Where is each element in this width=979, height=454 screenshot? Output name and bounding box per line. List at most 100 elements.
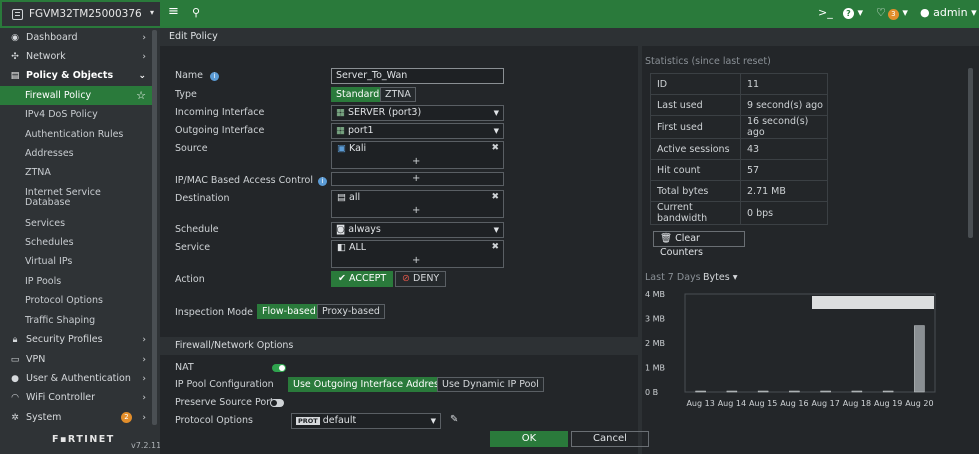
bar[interactable]: [914, 325, 925, 393]
chevron-down-icon: ⌄: [138, 70, 146, 81]
outgoing-interface-select[interactable]: ▦ port1 ▼: [331, 123, 504, 139]
use-outgoing-interface-button[interactable]: Use Outgoing Interface Address: [288, 377, 449, 392]
sidebar-item-virtual-ips[interactable]: Virtual IPs: [0, 252, 152, 271]
edit-icon[interactable]: ✎: [450, 414, 458, 425]
sidebar-item-internet-service-db[interactable]: Internet Service Database: [0, 186, 120, 210]
bar[interactable]: [757, 390, 769, 393]
chart-unit-selector[interactable]: Bytes ▾: [703, 272, 737, 283]
stats-scrollbar[interactable]: [968, 68, 973, 238]
accept-button[interactable]: ✔ ACCEPT: [331, 271, 394, 287]
sidebar-item-schedules[interactable]: Schedules: [0, 233, 152, 252]
incoming-interface-select[interactable]: ▦ SERVER (port3) ▼: [331, 105, 504, 121]
sidebar-item-wifi[interactable]: ◠ WiFi Controller ›: [0, 388, 152, 407]
remove-icon[interactable]: ✖: [491, 143, 499, 153]
ipmac-label: IP/MAC Based Access Control i: [175, 175, 328, 186]
sidebar-item-ip-pools[interactable]: IP Pools: [0, 272, 152, 291]
sidebar-item-user-auth[interactable]: ● User & Authentication ›: [0, 369, 152, 388]
schedule-select[interactable]: ◙ always ▼: [331, 222, 504, 238]
service-field[interactable]: ◧ ALL ✖ +: [331, 240, 504, 268]
sidebar-item-ipv4-dos[interactable]: IPv4 DoS Policy: [0, 105, 152, 124]
ipmac-field[interactable]: +: [331, 172, 504, 186]
sidebar-item-protocol-options[interactable]: Protocol Options: [0, 291, 152, 310]
deny-icon: ⊘: [402, 273, 410, 284]
cli-button[interactable]: >_: [818, 6, 833, 19]
sidebar-item-traffic-shaping[interactable]: Traffic Shaping: [0, 311, 152, 330]
stats-row: Current bandwidth 0 bps: [650, 201, 828, 225]
notifications-button[interactable]: ♡ 3 ▾: [876, 6, 908, 20]
sidebar-item-services[interactable]: Services: [0, 214, 152, 233]
remove-icon[interactable]: ✖: [491, 192, 499, 202]
preserve-port-toggle[interactable]: [270, 399, 284, 407]
destination-field[interactable]: ▤ all ✖ +: [331, 190, 504, 218]
bar[interactable]: [695, 390, 706, 393]
stats-row: First used 16 second(s) ago: [650, 115, 828, 139]
star-icon[interactable]: ☆: [136, 89, 146, 102]
monitor-icon: ▭: [10, 354, 20, 365]
sidebar-item-policy-objects[interactable]: ▤ Policy & Objects ⌄: [0, 66, 152, 85]
search-icon[interactable]: ⚲: [192, 6, 200, 19]
version-label: v7.2.11: [131, 441, 162, 450]
proxy-based-button[interactable]: Proxy-based: [317, 304, 385, 319]
protocol-options-label: Protocol Options: [175, 415, 253, 426]
interface-icon: ▦: [336, 125, 345, 136]
schedule-label: Schedule: [175, 224, 219, 235]
add-icon[interactable]: +: [412, 255, 420, 266]
use-dynamic-ip-pool-button[interactable]: Use Dynamic IP Pool: [437, 377, 544, 392]
chart-range-navigator[interactable]: [812, 296, 934, 309]
user-menu[interactable]: ● admin ▾: [920, 6, 977, 19]
deny-button[interactable]: ⊘ DENY: [395, 271, 447, 287]
stats-key: First used: [650, 115, 741, 139]
menu-icon[interactable]: ≡: [168, 4, 179, 19]
add-icon[interactable]: +: [412, 205, 420, 216]
sidebar-item-network[interactable]: ✣ Network ›: [0, 47, 152, 66]
sidebar-item-ztna[interactable]: ZTNA: [0, 163, 152, 182]
sidebar-item-dashboard[interactable]: ◉ Dashboard ›: [0, 28, 152, 47]
nat-toggle[interactable]: [272, 364, 286, 372]
stats-value: 0 bps: [740, 201, 828, 225]
page-title: Edit Policy: [160, 28, 979, 46]
x-tick-label: Aug 14: [718, 399, 746, 408]
sidebar-item-firewall-policy[interactable]: Firewall Policy ☆: [0, 86, 152, 105]
chevron-right-icon: ›: [142, 392, 146, 403]
nat-label: NAT: [175, 362, 194, 373]
x-tick-label: Aug 18: [843, 399, 871, 408]
x-tick-label: Aug 15: [749, 399, 777, 408]
sidebar-scrollbar[interactable]: [152, 30, 157, 425]
gear-icon: ✲: [11, 412, 19, 423]
add-icon[interactable]: +: [412, 156, 420, 167]
sidebar-item-vpn[interactable]: ▭ VPN ›: [0, 350, 152, 369]
stats-row: Total bytes 2.71 MB: [650, 180, 828, 202]
type-standard-button[interactable]: Standard: [331, 87, 385, 102]
ip-pool-label: IP Pool Configuration: [175, 379, 274, 390]
bar[interactable]: [820, 390, 831, 393]
incoming-label: Incoming Interface: [175, 107, 265, 118]
add-icon[interactable]: +: [412, 173, 420, 184]
help-button[interactable]: ? ▾: [843, 6, 863, 19]
inspection-label: Inspection Mode: [175, 307, 253, 318]
device-selector[interactable]: FGVM32TM25000376 ▾: [2, 2, 160, 26]
bar[interactable]: [789, 390, 800, 393]
name-input[interactable]: Server_To_Wan: [331, 68, 504, 84]
form-scrollbar[interactable]: [638, 46, 642, 454]
bar[interactable]: [882, 390, 894, 393]
source-field[interactable]: ▣ Kali ✖ +: [331, 141, 504, 169]
type-ztna-button[interactable]: ZTNA: [380, 87, 416, 102]
sidebar-item-auth-rules[interactable]: Authentication Rules: [0, 125, 152, 144]
stats-value: 43: [740, 138, 828, 160]
service-label: Service: [175, 242, 211, 253]
ok-button[interactable]: OK: [490, 431, 568, 447]
chevron-right-icon: ›: [142, 373, 146, 384]
x-tick-label: Aug 13: [686, 399, 714, 408]
sidebar-item-security-profiles[interactable]: 🔒︎ Security Profiles ›: [0, 330, 152, 349]
cancel-button[interactable]: Cancel: [571, 431, 649, 447]
remove-icon[interactable]: ✖: [491, 242, 499, 252]
sidebar-item-addresses[interactable]: Addresses: [0, 144, 152, 163]
protocol-options-select[interactable]: PROT default ▼: [291, 413, 441, 429]
flow-based-button[interactable]: Flow-based: [257, 304, 321, 319]
clear-counters-button[interactable]: 🗑︎ Clear Counters: [653, 231, 745, 258]
bar[interactable]: [726, 390, 738, 393]
stats-value: 2.71 MB: [740, 180, 828, 202]
firewall-network-options-header: Firewall/Network Options: [160, 337, 638, 355]
sidebar-item-system[interactable]: ✲ System 2 ›: [0, 408, 152, 427]
bar[interactable]: [851, 390, 863, 393]
